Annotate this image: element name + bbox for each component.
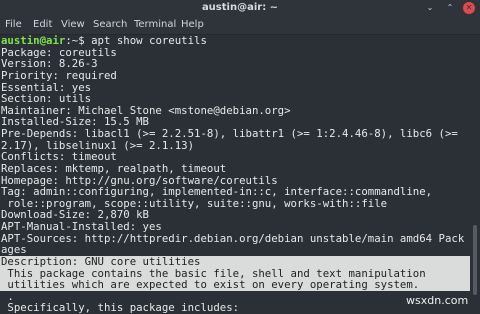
scrollbar[interactable] — [470, 35, 480, 314]
terminal-output[interactable]: austin@air:~$ apt show coreutils Package… — [0, 35, 470, 314]
minimize-icon[interactable]: ⌄ — [424, 2, 436, 14]
highlighted-line: Description: GNU core utilities — [1, 254, 201, 268]
menu-file[interactable]: File — [5, 19, 22, 30]
menu-bar: File Edit View Search Terminal Help — [0, 17, 480, 35]
maximize-icon[interactable]: ⌃ — [444, 2, 456, 14]
highlighted-line: utilities which are expected to exist on… — [1, 278, 420, 292]
output-line: APT-Manual-Installed: yes — [1, 220, 162, 233]
close-icon[interactable]: ✕ — [463, 2, 475, 14]
menu-search[interactable]: Search — [93, 19, 127, 30]
output-line: Specifically, this package includes: — [1, 301, 240, 314]
watermark-text: wsxdn.com — [404, 294, 471, 307]
output-line: Priority: required — [1, 68, 117, 82]
window-title: austin@air: ~ — [201, 2, 279, 13]
menu-terminal[interactable]: Terminal — [134, 19, 176, 30]
output-line: Pre-Depends: libacl1 (>= 2.2.51-8), liba… — [1, 127, 458, 140]
scrollbar-thumb[interactable] — [473, 225, 477, 295]
menu-edit[interactable]: Edit — [33, 19, 52, 30]
prompt-line: austin@air:~$ apt show coreutils — [1, 35, 207, 47]
menu-view[interactable]: View — [61, 19, 85, 30]
menu-help[interactable]: Help — [181, 19, 204, 30]
output-line: APT-Sources: http://httpredir.debian.org… — [1, 231, 465, 245]
title-bar[interactable]: austin@air: ~ ⌄ ⌃ ✕ — [0, 0, 480, 17]
output-line: Tag: admin::configuring, implemented-in:… — [1, 185, 433, 199]
output-line: Section: utils — [1, 92, 92, 106]
output-line: Replaces: mktemp, realpath, timeout — [1, 161, 227, 175]
terminal-window: austin@air: ~ ⌄ ⌃ ✕ File Edit View Searc… — [0, 0, 480, 314]
